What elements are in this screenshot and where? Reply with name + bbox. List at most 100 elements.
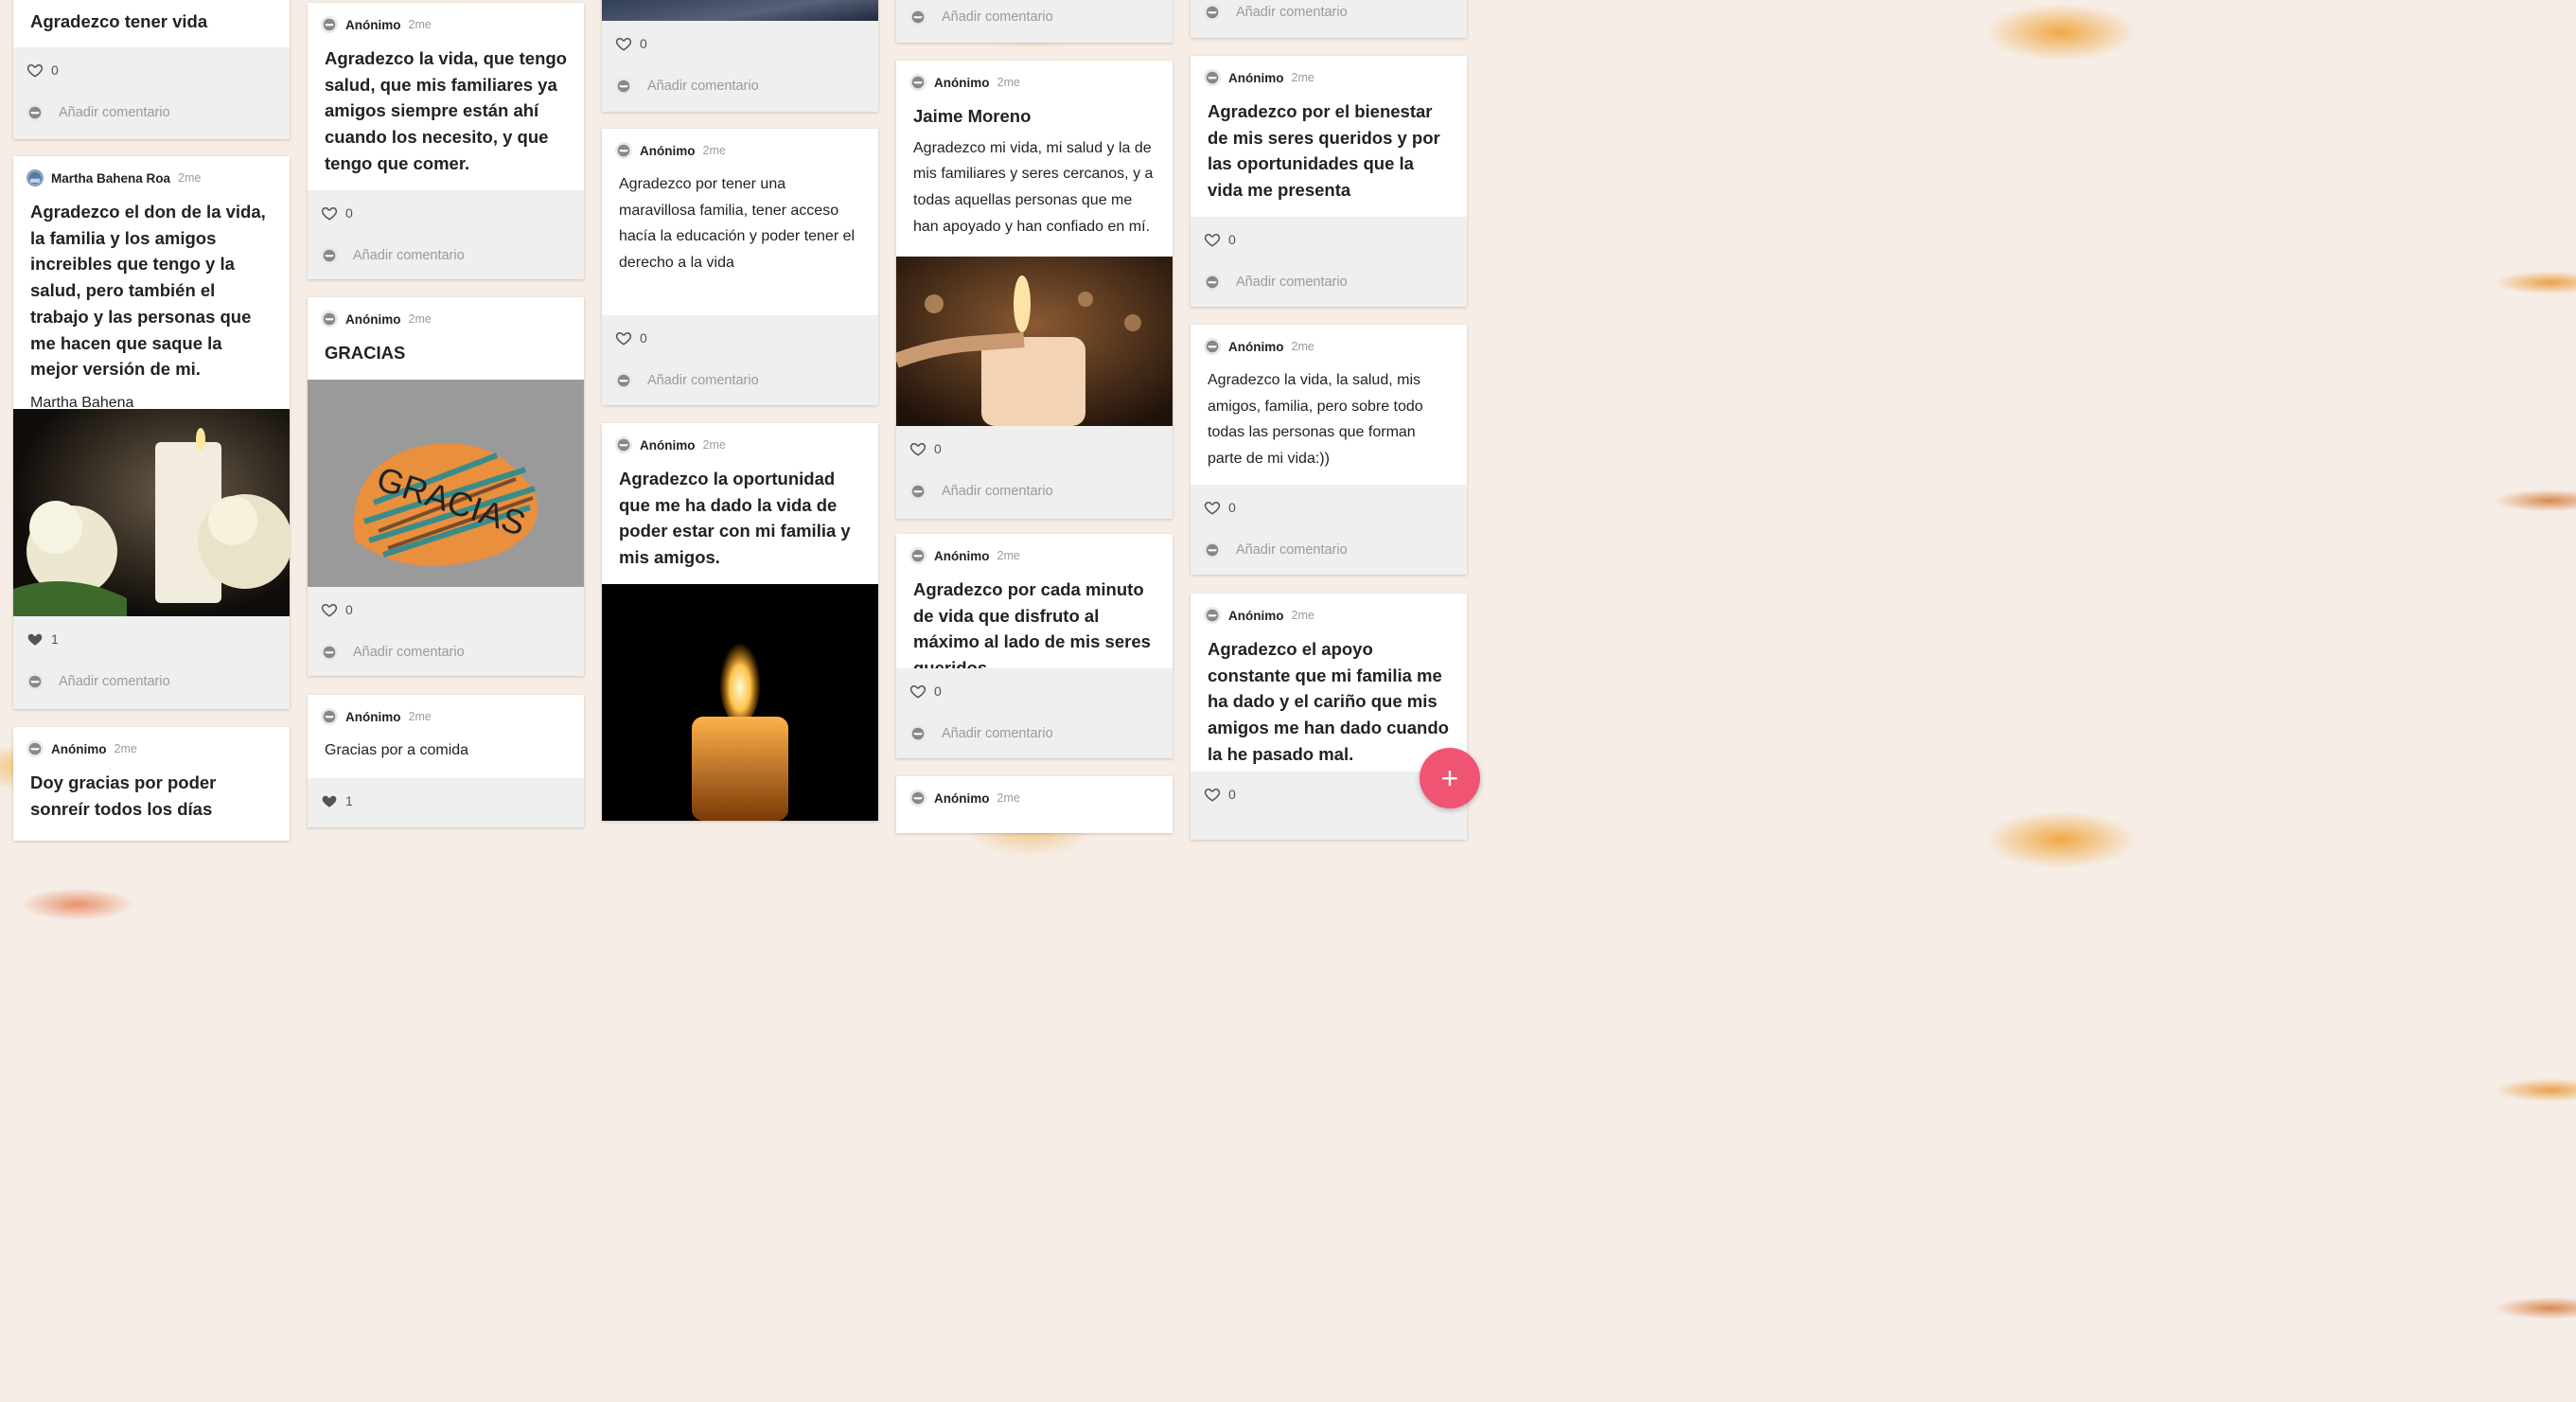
post-header: Anónimo 2me bbox=[896, 546, 1173, 565]
like-button[interactable]: 0 bbox=[13, 59, 290, 81]
add-comment-button[interactable]: Añadir comentario bbox=[1191, 272, 1467, 293]
post-body: Gracias por a comida bbox=[325, 742, 469, 758]
add-comment-label: Añadir comentario bbox=[1236, 275, 1348, 290]
post-footer: 0 Añadir comentario bbox=[896, 426, 1173, 519]
anon-avatar-icon bbox=[1204, 4, 1221, 21]
add-comment-button[interactable]: Añadir comentario bbox=[896, 723, 1173, 744]
heart-outline-icon bbox=[1204, 501, 1221, 515]
post-time: 2me bbox=[702, 438, 726, 452]
add-comment-label: Añadir comentario bbox=[353, 645, 465, 660]
post-header: Anónimo 2me bbox=[1191, 606, 1467, 625]
add-comment-label: Añadir comentario bbox=[647, 79, 759, 94]
post-card[interactable]: Anónimo 2me Agradezco la vida, que tengo … bbox=[308, 3, 584, 279]
add-comment-button[interactable]: Añadir comentario bbox=[13, 102, 290, 123]
like-button[interactable]: 0 bbox=[308, 598, 584, 621]
heart-outline-icon bbox=[321, 206, 338, 221]
post-header: Anónimo 2me bbox=[13, 739, 290, 758]
anon-avatar-icon bbox=[1204, 338, 1221, 355]
post-card[interactable]: Anónimo 2me Agradezco por cada minuto de … bbox=[896, 534, 1173, 758]
anon-avatar-icon bbox=[615, 436, 632, 453]
post-image[interactable] bbox=[896, 257, 1173, 426]
post-card[interactable]: Anónimo 2me bbox=[896, 776, 1173, 833]
like-button[interactable]: 0 bbox=[1191, 496, 1467, 519]
post-image[interactable] bbox=[602, 0, 878, 21]
post-card[interactable]: Agradezco tener vida 0 Añadir comentario bbox=[13, 0, 290, 139]
post-image[interactable] bbox=[13, 409, 290, 616]
like-count: 1 bbox=[51, 631, 59, 647]
like-button[interactable]: 0 bbox=[1191, 228, 1467, 251]
like-button[interactable]: 0 bbox=[602, 32, 878, 55]
post-header: Martha Bahena Roa 2me bbox=[13, 169, 290, 187]
post-time: 2me bbox=[1291, 340, 1314, 353]
post-footer: 0 Añadir comentario bbox=[308, 190, 584, 279]
heart-outline-icon bbox=[909, 442, 926, 456]
anon-avatar-icon bbox=[1204, 274, 1221, 291]
post-footer: 0 Añadir comentario bbox=[1191, 217, 1467, 307]
heart-outline-icon bbox=[615, 331, 632, 346]
add-comment-button[interactable]: Añadir comentario bbox=[1191, 540, 1467, 560]
post-card[interactable]: Anónimo 2me Gracias por a comida 1 bbox=[308, 695, 584, 827]
post-card[interactable]: Anónimo 2me GRACIAS GRACIAS 0 Añadir come… bbox=[308, 297, 584, 676]
anon-avatar-icon bbox=[26, 673, 44, 690]
post-card[interactable]: Anónimo 2me Agradezco la vida, la salud, … bbox=[1191, 325, 1467, 575]
post-title: Agradezco por el bienestar de mis seres … bbox=[1208, 101, 1440, 201]
post-card[interactable]: Anónimo 2me Jaime Moreno Agradezco mi vid… bbox=[896, 61, 1173, 519]
like-button[interactable]: 1 bbox=[308, 790, 584, 812]
like-count: 0 bbox=[51, 62, 59, 78]
post-card[interactable]: Añadir comentario bbox=[1191, 0, 1467, 38]
like-button[interactable]: 1 bbox=[13, 628, 290, 650]
post-time: 2me bbox=[178, 171, 202, 185]
anon-avatar-icon bbox=[615, 372, 632, 389]
post-card[interactable]: Anónimo 2me Agradezco la oportunidad que … bbox=[602, 423, 878, 821]
post-footer: 0 Añadir comentario bbox=[308, 587, 584, 676]
post-time: 2me bbox=[408, 312, 432, 326]
add-comment-label: Añadir comentario bbox=[942, 9, 1053, 25]
like-button[interactable]: 0 bbox=[896, 437, 1173, 460]
post-header: Anónimo 2me bbox=[308, 310, 584, 328]
post-card[interactable]: Anónimo 2me Agradezco el apoyo constante … bbox=[1191, 594, 1467, 840]
post-header: Anónimo 2me bbox=[1191, 337, 1467, 356]
post-header: Anónimo 2me bbox=[308, 707, 584, 726]
post-card[interactable]: Martha Bahena Roa 2me Agradezco el don de… bbox=[13, 156, 290, 709]
post-card[interactable]: Añadir comentario bbox=[896, 0, 1173, 43]
add-comment-button[interactable]: Añadir comentario bbox=[896, 7, 1173, 27]
post-title: Agradezco por cada minuto de vida que di… bbox=[913, 579, 1151, 678]
anon-avatar-icon bbox=[909, 790, 926, 807]
post-body: Agradezco por tener una maravillosa fami… bbox=[619, 176, 856, 272]
anon-avatar-icon bbox=[1204, 69, 1221, 86]
anon-avatar-icon bbox=[615, 142, 632, 159]
post-footer: 0 Añadir comentario bbox=[1191, 485, 1467, 575]
add-post-button[interactable]: + bbox=[1420, 748, 1480, 808]
post-author: Anónimo bbox=[345, 17, 401, 32]
post-author: Anónimo bbox=[1228, 339, 1284, 354]
like-button[interactable]: 0 bbox=[308, 202, 584, 224]
add-comment-button[interactable]: Añadir comentario bbox=[1191, 2, 1467, 23]
post-author: Martha Bahena Roa bbox=[51, 170, 171, 186]
post-card[interactable]: Anónimo 2me Agradezco por el bienestar de… bbox=[1191, 56, 1467, 307]
post-author: Anónimo bbox=[1228, 70, 1284, 85]
post-header: Anónimo 2me bbox=[602, 141, 878, 160]
add-comment-button[interactable]: Añadir comentario bbox=[13, 671, 290, 692]
anon-avatar-icon bbox=[26, 740, 44, 757]
post-card[interactable]: Anónimo 2me Doy gracias por poder sonreír… bbox=[13, 727, 290, 841]
post-card[interactable]: Anónimo 2me Agradezco por tener una marav… bbox=[602, 129, 878, 405]
like-button[interactable]: 0 bbox=[602, 327, 878, 349]
post-image[interactable]: GRACIAS bbox=[308, 380, 584, 587]
anon-avatar-icon bbox=[909, 74, 926, 91]
add-comment-label: Añadir comentario bbox=[1236, 5, 1348, 20]
post-card[interactable]: 0 Añadir comentario bbox=[602, 0, 878, 112]
post-title: Agradezco el apoyo constante que mi fami… bbox=[1208, 639, 1449, 764]
post-time: 2me bbox=[408, 710, 432, 723]
heart-filled-icon bbox=[322, 795, 337, 807]
anon-avatar-icon bbox=[615, 78, 632, 95]
add-comment-button[interactable]: Añadir comentario bbox=[896, 481, 1173, 502]
add-comment-button[interactable]: Añadir comentario bbox=[602, 370, 878, 391]
add-comment-button[interactable]: Añadir comentario bbox=[308, 642, 584, 663]
post-image[interactable] bbox=[602, 584, 878, 821]
post-footer: 0 Añadir comentario bbox=[602, 315, 878, 405]
like-count: 0 bbox=[1228, 787, 1236, 802]
anon-avatar-icon bbox=[1204, 541, 1221, 559]
add-comment-button[interactable]: Añadir comentario bbox=[308, 245, 584, 266]
add-comment-button[interactable]: Añadir comentario bbox=[602, 76, 878, 97]
like-button[interactable]: 0 bbox=[896, 680, 1173, 702]
